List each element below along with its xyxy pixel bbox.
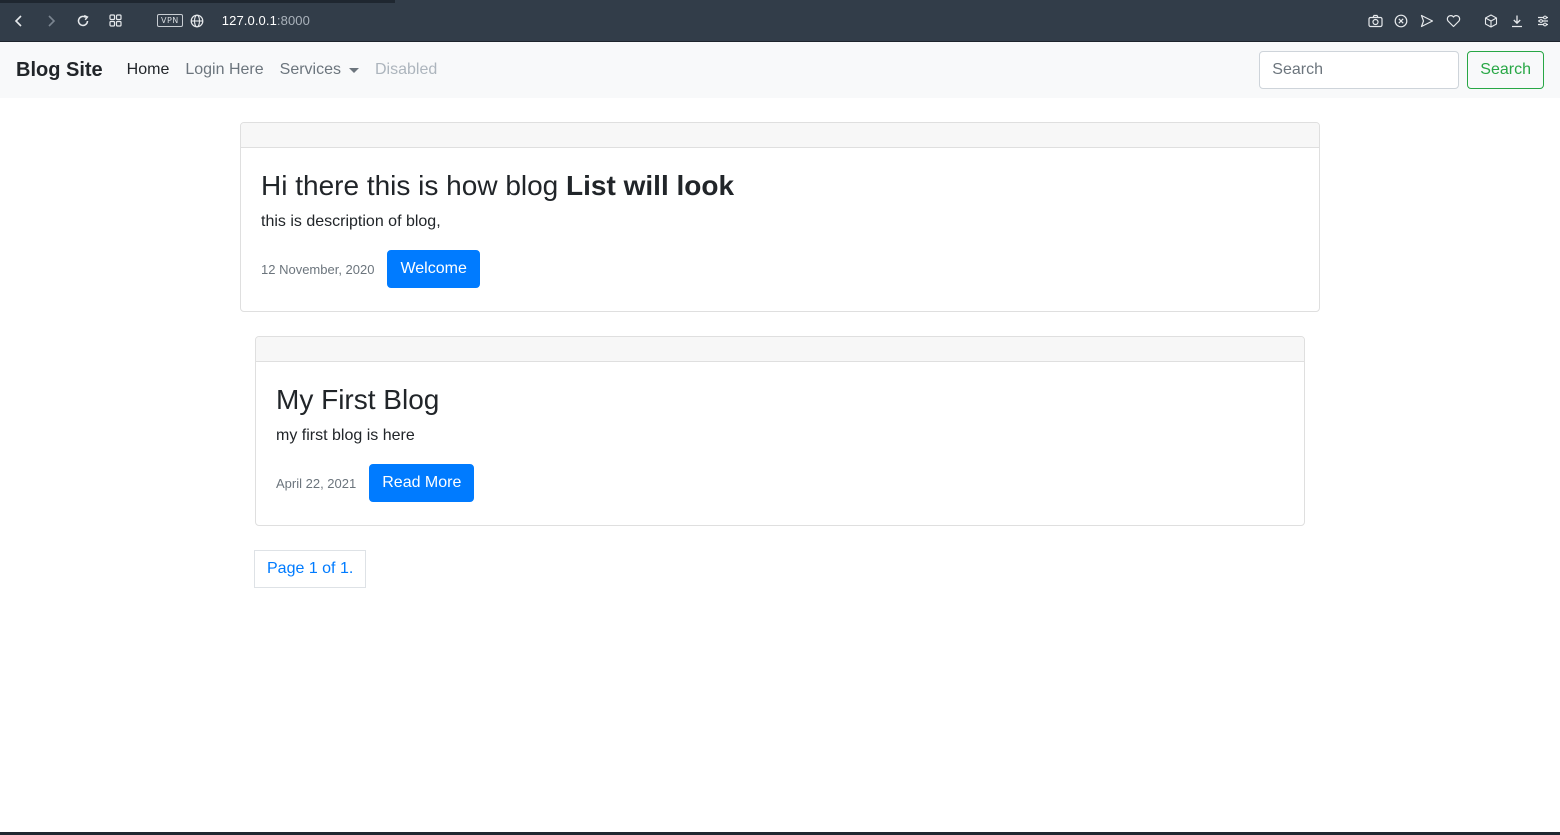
caret-down-icon <box>349 67 359 73</box>
url-port: :8000 <box>276 13 310 28</box>
read-more-button[interactable]: Read More <box>369 464 475 502</box>
search-input[interactable] <box>1259 51 1460 89</box>
post-title: Hi there this is how blog List will look <box>261 170 1299 202</box>
card-body: My First Blog my first blog is here Apri… <box>256 362 1304 522</box>
forward-icon[interactable] <box>35 5 67 37</box>
browser-nav-buttons <box>3 5 131 37</box>
nav-link-disabled: Disabled <box>375 61 438 78</box>
card-header <box>256 337 1304 362</box>
browser-toolbar: VPN 127.0.0.1:8000 <box>0 0 1560 42</box>
nav-link-services-dropdown[interactable]: Services <box>272 61 367 79</box>
pagination-status[interactable]: Page 1 of 1. <box>254 550 367 588</box>
post-meta-row: April 22, 2021 Read More <box>276 464 1284 502</box>
site-navbar: Blog Site Home Login Here Services Disab… <box>0 42 1560 98</box>
download-icon[interactable] <box>1504 5 1530 37</box>
post-title-bold: List will look <box>566 170 735 201</box>
welcome-button[interactable]: Welcome <box>387 250 480 288</box>
post-date: April 22, 2021 <box>276 475 357 491</box>
post-title-text: My First Blog <box>276 384 440 415</box>
shield-x-icon[interactable] <box>1388 5 1414 37</box>
post-title: My First Blog <box>276 384 1284 416</box>
tabs-grid-icon[interactable] <box>99 5 131 37</box>
post-description: my first blog is here <box>276 427 415 444</box>
browser-extension-icons <box>1362 0 1556 42</box>
vpn-badge[interactable]: VPN <box>157 14 183 27</box>
url-host: 127.0.0.1 <box>221 13 277 28</box>
heart-icon[interactable] <box>1440 5 1466 37</box>
search-form: Search <box>1259 51 1544 89</box>
post-date: 12 November, 2020 <box>261 261 375 277</box>
card-body: Hi there this is how blog List will look… <box>241 148 1319 308</box>
post-card: Hi there this is how blog List will look… <box>240 122 1320 312</box>
navbar-links: Home Login Here Services Disabled <box>119 61 446 79</box>
nav-link-services-label: Services <box>279 61 341 78</box>
camera-icon[interactable] <box>1362 5 1388 37</box>
reload-icon[interactable] <box>67 5 99 37</box>
post-card: My First Blog my first blog is here Apri… <box>255 336 1305 526</box>
settings-menu-icon[interactable] <box>1530 5 1556 37</box>
globe-icon[interactable] <box>190 14 204 28</box>
card-header <box>241 123 1319 148</box>
post-meta-row: 12 November, 2020 Welcome <box>261 250 1299 288</box>
post-title-text: Hi there this is how blog <box>261 170 567 201</box>
send-icon[interactable] <box>1414 5 1440 37</box>
cube-icon[interactable] <box>1478 5 1504 37</box>
search-button[interactable]: Search <box>1467 51 1544 89</box>
nav-link-login[interactable]: Login Here <box>177 61 271 79</box>
navbar-brand[interactable]: Blog Site <box>16 59 103 82</box>
address-bar[interactable]: 127.0.0.1:8000 <box>222 13 310 28</box>
tab-strip-edge <box>0 0 395 3</box>
nav-link-home[interactable]: Home <box>119 61 178 79</box>
back-icon[interactable] <box>3 5 35 37</box>
post-description: this is description of blog, <box>261 213 441 230</box>
